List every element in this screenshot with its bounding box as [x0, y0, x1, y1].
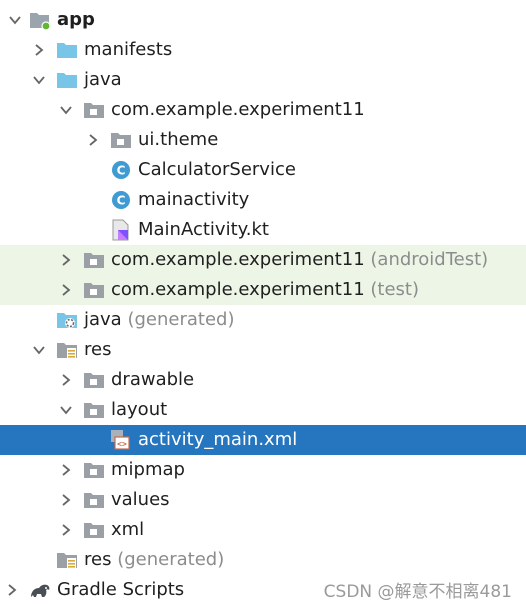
tree-item-secondary: (test)	[370, 279, 420, 300]
tree-item-package-main[interactable]: com.example.experiment11	[0, 95, 526, 125]
chevron-right-icon[interactable]	[57, 485, 75, 515]
chevron-right-icon[interactable]	[84, 125, 102, 155]
tree-item-label: com.example.experiment11 (androidTest)	[111, 249, 489, 270]
chevron-down-icon[interactable]	[30, 65, 48, 95]
tree-item-package-test[interactable]: com.example.experiment11 (test)	[0, 275, 526, 305]
resource-folder-icon	[56, 339, 78, 361]
tree-item-package-androidtest[interactable]: com.example.experiment11 (androidTest)	[0, 245, 526, 275]
tree-item-label: java	[84, 69, 122, 90]
tree-item-manifests[interactable]: manifests	[0, 35, 526, 65]
tree-item-app[interactable]: app	[0, 5, 526, 35]
resource-folder-icon	[56, 549, 78, 571]
package-icon	[83, 369, 105, 391]
tree-item-label: res (generated)	[84, 549, 225, 570]
package-icon	[83, 459, 105, 481]
tree-item-label: res	[84, 339, 112, 360]
kotlin-class-icon: C	[110, 159, 132, 181]
chevron-right-icon[interactable]	[57, 515, 75, 545]
tree-item-activity-main-xml[interactable]: <> activity_main.xml	[0, 425, 526, 455]
package-icon	[83, 279, 105, 301]
generated-folder-icon	[56, 309, 78, 331]
tree-item-xml[interactable]: xml	[0, 515, 526, 545]
package-icon	[83, 249, 105, 271]
project-tree: app manifests java com.example.experimen…	[0, 5, 526, 605]
package-icon	[83, 519, 105, 541]
tree-item-label: com.example.experiment11	[111, 99, 365, 120]
tree-item-label: values	[111, 489, 170, 510]
chevron-down-icon[interactable]	[57, 395, 75, 425]
gradle-icon	[29, 579, 51, 601]
layout-xml-icon: <>	[110, 429, 132, 451]
chevron-right-icon[interactable]	[30, 35, 48, 65]
watermark: CSDN @解意不相离481	[323, 582, 512, 602]
chevron-down-icon[interactable]	[6, 5, 24, 35]
tree-item-ui-theme[interactable]: ui.theme	[0, 125, 526, 155]
tree-item-java-generated[interactable]: java (generated)	[0, 305, 526, 335]
tree-item-mipmap[interactable]: mipmap	[0, 455, 526, 485]
tree-item-mainactivity-kt[interactable]: MainActivity.kt	[0, 215, 526, 245]
tree-item-label: xml	[111, 519, 145, 540]
tree-item-label: layout	[111, 399, 168, 420]
tree-item-label: manifests	[84, 39, 173, 60]
tree-item-secondary: (androidTest)	[370, 249, 489, 270]
svg-text:<>: <>	[117, 440, 127, 449]
chevron-right-icon[interactable]	[57, 245, 75, 275]
module-folder-icon	[29, 9, 51, 31]
tree-item-label: mainactivity	[138, 189, 250, 210]
tree-item-label: java (generated)	[84, 309, 235, 330]
tree-item-secondary: (generated)	[117, 549, 225, 570]
kotlin-file-icon	[110, 219, 132, 241]
tree-item-mainactivity[interactable]: C mainactivity	[0, 185, 526, 215]
kotlin-class-icon: C	[110, 189, 132, 211]
tree-item-res-generated[interactable]: res (generated)	[0, 545, 526, 575]
tree-item-label: Gradle Scripts	[57, 579, 185, 600]
tree-item-values[interactable]: values	[0, 485, 526, 515]
tree-item-layout[interactable]: layout	[0, 395, 526, 425]
folder-icon	[56, 69, 78, 91]
tree-item-calculator-service[interactable]: C CalculatorService	[0, 155, 526, 185]
chevron-right-icon[interactable]	[57, 455, 75, 485]
tree-item-secondary: (generated)	[127, 309, 235, 330]
svg-text:C: C	[117, 194, 126, 208]
tree-item-res[interactable]: res	[0, 335, 526, 365]
chevron-right-icon[interactable]	[57, 275, 75, 305]
tree-item-label: drawable	[111, 369, 195, 390]
package-icon	[83, 99, 105, 121]
tree-item-label: com.example.experiment11 (test)	[111, 279, 420, 300]
tree-item-label: CalculatorService	[138, 159, 296, 180]
package-icon	[83, 399, 105, 421]
tree-item-drawable[interactable]: drawable	[0, 365, 526, 395]
folder-icon	[56, 39, 78, 61]
package-icon	[110, 129, 132, 151]
tree-item-label: app	[57, 9, 95, 30]
package-icon	[83, 489, 105, 511]
chevron-right-icon[interactable]	[3, 575, 21, 605]
tree-item-java[interactable]: java	[0, 65, 526, 95]
chevron-down-icon[interactable]	[57, 95, 75, 125]
tree-item-label: MainActivity.kt	[138, 219, 269, 240]
tree-item-label: activity_main.xml	[138, 429, 298, 450]
chevron-down-icon[interactable]	[30, 335, 48, 365]
svg-text:C: C	[117, 164, 126, 178]
chevron-right-icon[interactable]	[57, 365, 75, 395]
tree-item-label: ui.theme	[138, 129, 219, 150]
tree-item-label: mipmap	[111, 459, 185, 480]
